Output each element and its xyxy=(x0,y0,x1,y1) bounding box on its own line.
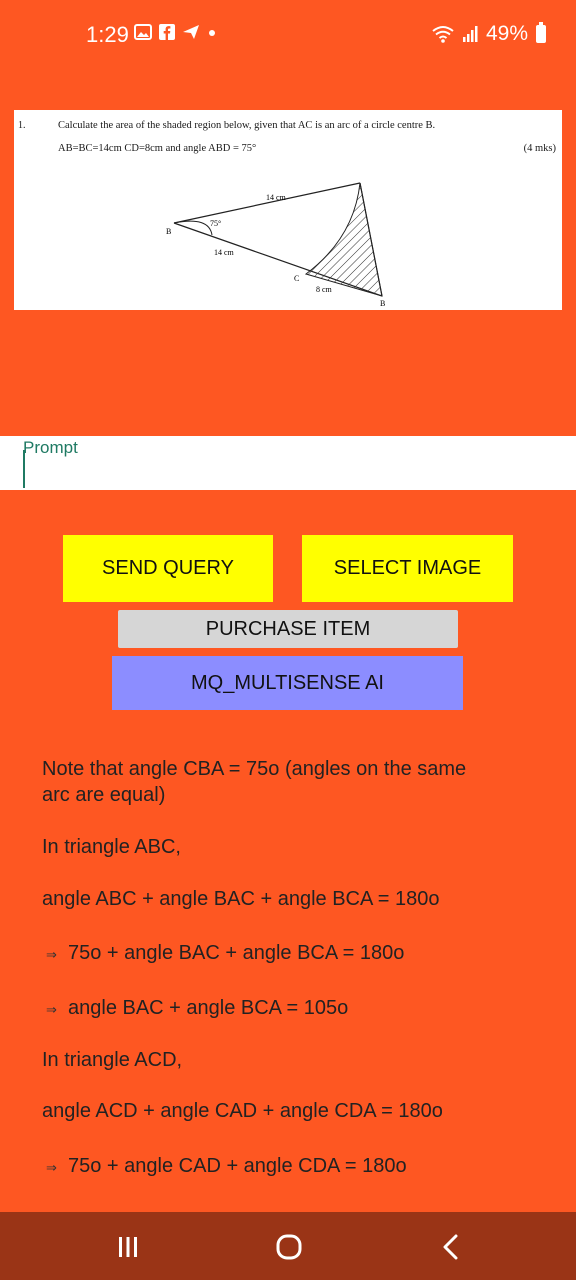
dot-icon xyxy=(209,30,215,36)
send-icon xyxy=(183,25,199,39)
answer-line: In triangle ABC, xyxy=(42,836,181,858)
diagram-label-C: C xyxy=(294,274,299,283)
answer-line: ⇒ angle BAC + angle BCA = 105o xyxy=(42,995,348,1023)
recent-apps-icon[interactable] xyxy=(117,1236,139,1258)
implies-symbol: ⇒ xyxy=(46,1002,57,1017)
signal-icon xyxy=(462,26,478,42)
select-image-button[interactable]: SELECT IMAGE xyxy=(302,535,513,602)
answer-line: angle ACD + angle CAD + angle CDA = 180o xyxy=(42,1100,443,1122)
purchase-item-button[interactable]: PURCHASE ITEM xyxy=(118,610,458,648)
diagram-label-8cm: 8 cm xyxy=(316,285,333,294)
prompt-placeholder: Prompt xyxy=(23,438,78,457)
implies-symbol: ⇒ xyxy=(46,1160,57,1175)
question-image: 1. Calculate the area of the shaded regi… xyxy=(14,110,562,310)
multisense-ai-button[interactable]: MQ_MULTISENSE AI xyxy=(112,656,463,710)
geometry-diagram: 14 cm 75° B 14 cm C 8 cm B xyxy=(166,182,385,308)
status-right: 49% xyxy=(432,22,546,46)
shaded-region xyxy=(304,182,383,297)
diagram-label-B-left: B xyxy=(166,227,171,236)
home-icon[interactable] xyxy=(276,1234,302,1260)
diagram-label-B-right: B xyxy=(380,299,385,308)
answer-line: Note that angle CBA = 75o (angles on the… xyxy=(42,758,467,780)
prompt-input[interactable]: Prompt xyxy=(0,436,576,490)
wifi-icon xyxy=(432,26,454,43)
back-icon[interactable] xyxy=(441,1234,461,1260)
send-query-button[interactable]: SEND QUERY xyxy=(63,535,273,602)
answer-line: angle ABC + angle BAC + angle BCA = 180o xyxy=(42,888,440,910)
status-bar: 1:29 49% xyxy=(0,0,576,70)
implies-symbol: ⇒ xyxy=(46,947,57,962)
answer-line: In triangle ACD, xyxy=(42,1049,183,1071)
gallery-icon xyxy=(134,24,152,40)
status-time: 1:29 xyxy=(86,22,129,47)
text-cursor xyxy=(23,450,25,488)
battery-icon xyxy=(536,22,546,43)
diagram-label-14cm-mid: 14 cm xyxy=(214,248,235,257)
answer-line: arc are equal) xyxy=(42,784,166,806)
battery-percent: 49% xyxy=(485,22,528,45)
facebook-icon xyxy=(159,24,175,40)
navigation-bar xyxy=(0,1212,576,1280)
answer-line: ⇒ 75o + angle BAC + angle BCA = 180o xyxy=(42,940,404,968)
diagram-label-14cm-top: 14 cm xyxy=(266,193,287,202)
notification-icons xyxy=(134,24,217,40)
diagram-label-angle: 75° xyxy=(210,219,221,228)
answer-line: ⇒ 75o + angle CAD + angle CDA = 180o xyxy=(42,1153,407,1181)
